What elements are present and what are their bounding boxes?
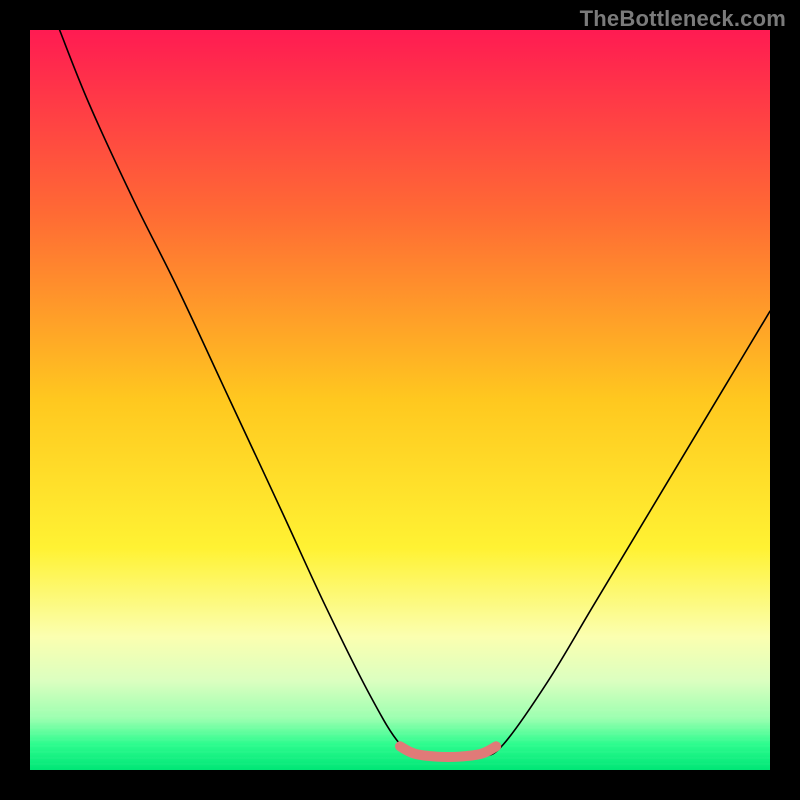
chart-svg [30,30,770,770]
chart-background [30,30,770,770]
watermark-text: TheBottleneck.com [580,6,786,32]
chart-plot-area [30,30,770,770]
chart-container: TheBottleneck.com [0,0,800,800]
